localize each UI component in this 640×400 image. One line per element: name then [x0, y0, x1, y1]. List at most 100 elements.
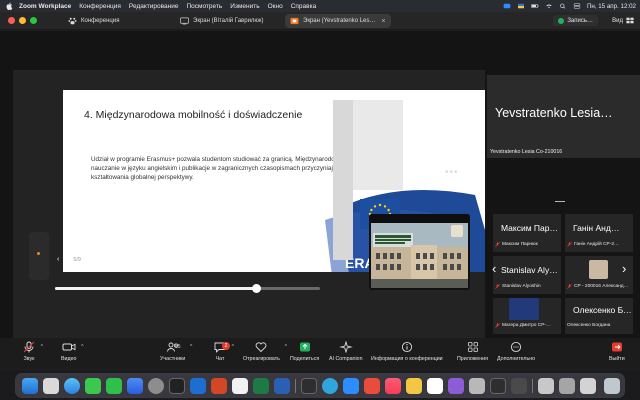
search-icon[interactable] [559, 3, 567, 9]
wifi-icon[interactable] [545, 3, 553, 9]
apps-button[interactable]: Приложения [457, 341, 488, 362]
video-button[interactable]: Видео ^ [61, 341, 83, 362]
video-camera-icon [62, 343, 76, 351]
meeting-info-button[interactable]: Информация о конференции [371, 341, 443, 362]
building-image [371, 223, 468, 288]
chevron-up-icon[interactable]: ^ [285, 344, 287, 350]
launchpad-icon[interactable] [43, 378, 59, 394]
dock-separator [295, 379, 296, 393]
viber-icon[interactable] [448, 378, 464, 394]
preview-icon[interactable] [469, 378, 485, 394]
share-screen-icon [299, 342, 310, 352]
app-store-icon[interactable] [127, 378, 143, 394]
tab-screen-yevstratenko[interactable]: Экран (Yevstratenko Les… × [285, 14, 391, 28]
next-slide-icon[interactable]: › [95, 256, 97, 263]
flag-ua-icon[interactable] [517, 3, 525, 9]
chat-button[interactable]: 2 Чат ^ [213, 341, 234, 362]
downloads-folder-icon[interactable] [538, 378, 554, 394]
participant-label: Олексенко Богдана [567, 323, 610, 328]
terminal-icon[interactable] [301, 378, 317, 394]
view-button[interactable]: Вид [612, 15, 634, 26]
participant-tile[interactable]: Олексенко Б… Олексенко Богдана [565, 298, 633, 334]
paw-icon [68, 17, 77, 25]
ai-companion-button[interactable]: AI Companion [329, 341, 363, 362]
zoom-status-icon[interactable] [503, 3, 511, 9]
participant-count: 85 [175, 344, 181, 350]
more-options-icon[interactable]: ••• [445, 167, 459, 178]
tab-conference[interactable]: Конференция [68, 14, 119, 28]
participant-tile[interactable]: Максим Пар… Максим Парнюк [493, 214, 561, 252]
battery-icon[interactable] [531, 3, 539, 9]
progress-knob[interactable] [251, 284, 261, 293]
slide-graphic-band [333, 100, 353, 260]
shared-screen-stage[interactable]: 4. Międzynarodowa mobilność i doświadcze… [13, 70, 485, 342]
chevron-up-icon[interactable]: ^ [41, 344, 43, 350]
chevron-up-icon[interactable]: ^ [190, 344, 192, 350]
prev-page-icon[interactable]: ‹ [492, 261, 496, 276]
app-icon[interactable] [490, 378, 506, 394]
menu-change[interactable]: Изменить [230, 3, 259, 10]
participant-tile[interactable]: Ганін Анд… Ганін Андрій СР-2… [565, 214, 633, 252]
participants-label: Участники [160, 356, 186, 362]
chevron-up-icon[interactable]: ^ [232, 344, 234, 350]
chatgpt-icon[interactable] [169, 378, 185, 394]
share-button[interactable]: Поделиться [290, 341, 319, 362]
menu-help[interactable]: Справка [291, 3, 317, 10]
messages-icon[interactable] [85, 378, 101, 394]
zoom-icon[interactable] [343, 378, 359, 394]
safari-icon[interactable] [64, 378, 80, 394]
finder-icon[interactable] [22, 378, 38, 394]
next-page-icon[interactable]: › [622, 261, 626, 276]
participants-button[interactable]: 85 Участники ^ [160, 341, 192, 362]
calendar-icon[interactable] [364, 378, 380, 394]
recording-indicator[interactable]: Запись… [553, 15, 598, 26]
window-thumbnail-icon[interactable] [580, 378, 596, 394]
control-center-icon[interactable] [573, 3, 581, 9]
telegram-icon[interactable] [322, 378, 338, 394]
audio-button[interactable]: Звук ^ [22, 341, 43, 362]
menu-conference[interactable]: Конференция [79, 3, 121, 10]
reminders-icon[interactable] [427, 378, 443, 394]
facetime-icon[interactable] [106, 378, 122, 394]
close-window-button[interactable] [8, 17, 15, 24]
outlook-icon[interactable] [190, 378, 206, 394]
prev-slide-icon[interactable]: ‹ [57, 256, 59, 263]
leave-button[interactable]: Выйти [609, 341, 625, 362]
share-label: Поделиться [290, 356, 320, 362]
menubar-clock[interactable]: Пн, 15 апр. 12:02 [587, 3, 636, 10]
word-icon[interactable] [274, 378, 290, 394]
react-button[interactable]: Отреагировать ^ [243, 341, 287, 362]
zoom-window-button[interactable] [30, 17, 37, 24]
floating-share-thumbnail[interactable] [369, 214, 470, 290]
left-handle[interactable] [29, 232, 49, 280]
participant-tile[interactable]: Магера Дмитро СР-… [493, 298, 561, 334]
chevron-up-icon[interactable]: ^ [81, 344, 83, 350]
settings-icon[interactable] [148, 378, 164, 394]
tab-screen-vitaliy[interactable]: Экран (Віталій Гаврилюк) [180, 14, 264, 28]
photos-icon[interactable] [232, 378, 248, 394]
music-icon[interactable] [385, 378, 401, 394]
minimize-window-button[interactable] [19, 17, 26, 24]
close-tab-icon[interactable]: × [381, 18, 385, 25]
participant-tile[interactable]: Stanislav Aly… Stanislav Alyoshin [493, 256, 561, 294]
notes-icon[interactable] [406, 378, 422, 394]
excel-icon[interactable] [253, 378, 269, 394]
tab-screen-vitaliy-label: Экран (Віталій Гаврилюк) [193, 18, 264, 24]
powerpoint-icon[interactable] [211, 378, 227, 394]
more-button[interactable]: Дополнительно [497, 341, 535, 362]
video-progress-bar[interactable] [55, 284, 320, 293]
mic-muted-icon [23, 341, 35, 353]
menu-app-name[interactable]: Zoom Workplace [19, 3, 71, 10]
recording-label: Запись… [567, 17, 593, 24]
documents-folder-icon[interactable] [559, 378, 575, 394]
active-speaker-tile[interactable]: Yevstratenko Lesia… Yevstratenko Lesia C… [487, 75, 640, 158]
menu-view[interactable]: Посмотреть [186, 3, 222, 10]
menu-edit[interactable]: Редактирование [129, 3, 179, 10]
mic-muted-icon [495, 242, 500, 247]
progress-fill [55, 287, 257, 290]
trash-icon[interactable] [604, 378, 620, 394]
participant-label: Stanislav Alyoshin [495, 284, 541, 289]
app-icon[interactable] [511, 378, 527, 394]
menu-window[interactable]: Окно [268, 3, 283, 10]
apple-logo-icon[interactable] [6, 2, 13, 10]
